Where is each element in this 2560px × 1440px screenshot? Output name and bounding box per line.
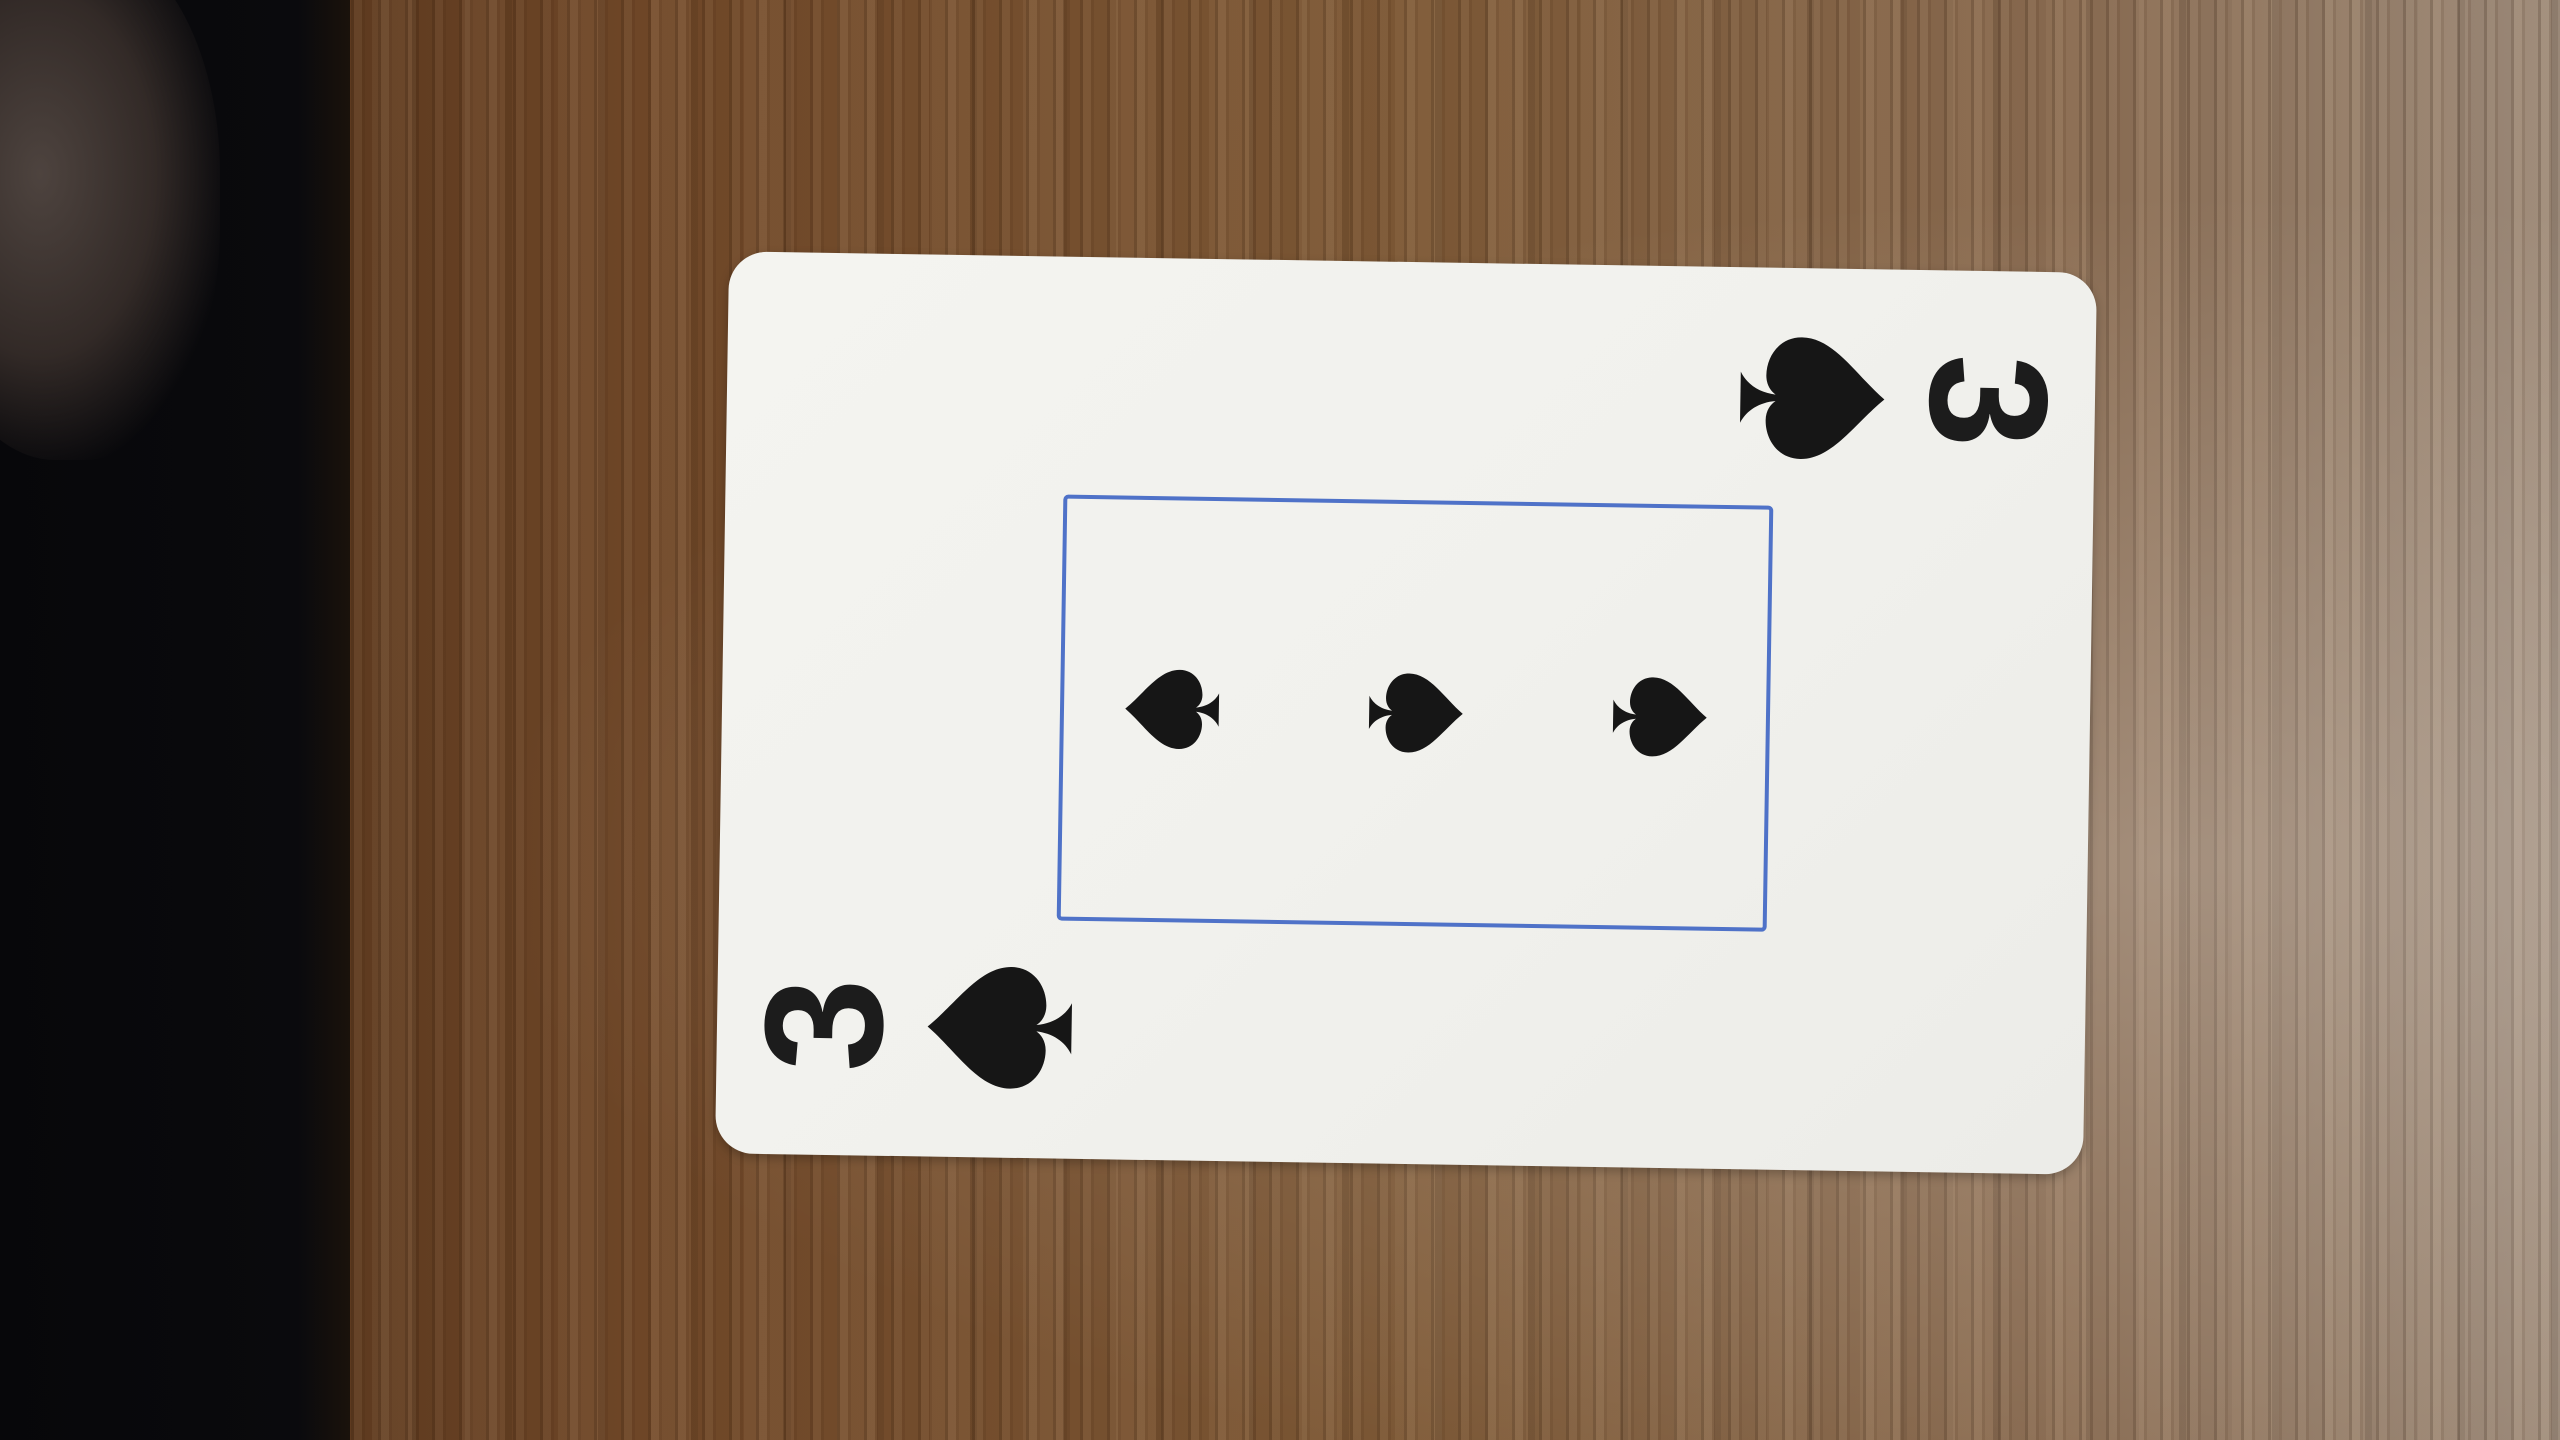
spade-icon	[1368, 673, 1463, 753]
rank-label: 3	[1893, 352, 2083, 450]
corner-index-top: 3	[1712, 317, 2083, 482]
corner-index-bottom: 3	[729, 944, 1100, 1109]
spade-icon	[1612, 677, 1707, 757]
pip-frame	[1056, 494, 1774, 932]
playing-card-three-of-spades[interactable]: 3 3	[715, 251, 2097, 1175]
spade-icon	[928, 967, 1073, 1089]
spade-icon	[1125, 669, 1220, 749]
spade-icon	[1739, 337, 1884, 459]
rank-label: 3	[729, 976, 919, 1074]
photo-scene: 3 3	[0, 0, 2560, 1440]
